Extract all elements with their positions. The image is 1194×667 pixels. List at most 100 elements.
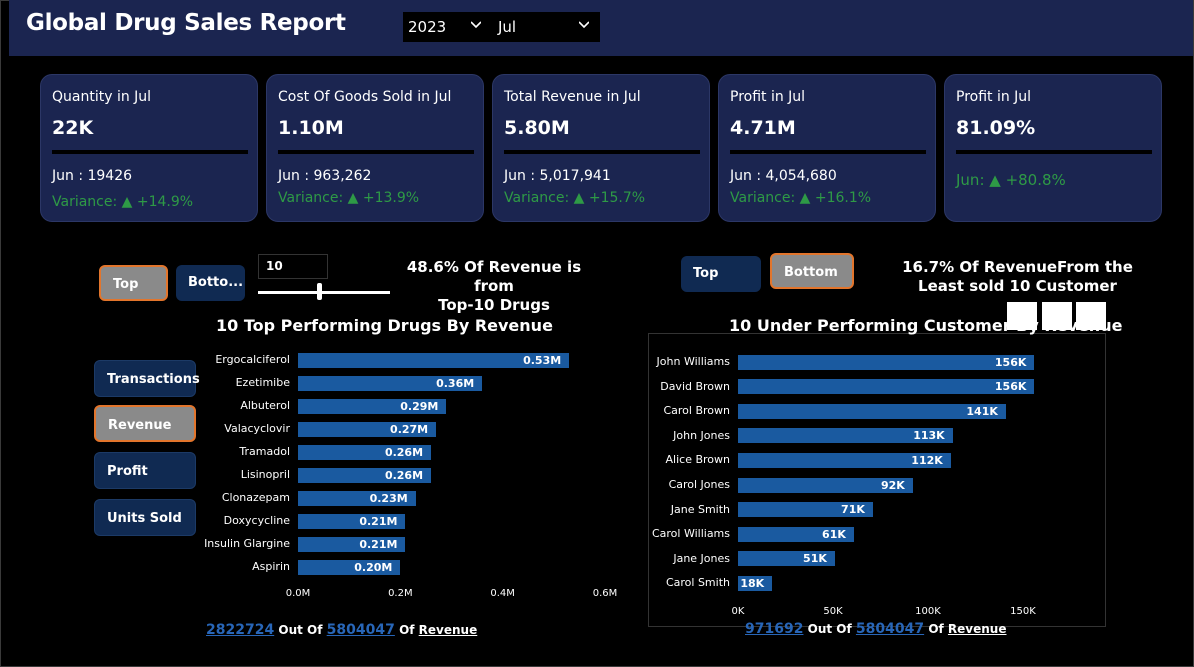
x-tick-label: 0.0M — [285, 588, 311, 599]
toggle-bottom-customers[interactable]: Bottom — [770, 253, 854, 289]
data-bar[interactable]: 61K — [738, 526, 854, 542]
kpi-previous: Jun : 5,017,941 — [504, 168, 611, 184]
bar-data-label: 0.29M — [400, 399, 439, 413]
bar-data-label: 61K — [822, 527, 846, 541]
kpi-label: Profit in Jul — [956, 89, 1032, 105]
category-label: Carol Williams — [651, 527, 730, 541]
bar-data-label: 71K — [841, 503, 865, 517]
category-label: David Brown — [660, 379, 730, 393]
data-bar[interactable]: 0.21M — [298, 513, 406, 529]
data-bar[interactable]: 156K — [738, 379, 1035, 395]
data-bar[interactable]: 156K — [738, 354, 1035, 370]
category-label: Clonazepam — [221, 491, 290, 504]
drugs-footer: 2822724 Out Of 5804047 Of Revenue — [206, 622, 477, 638]
chevron-down-icon — [579, 21, 589, 29]
bar-data-label: 0.23M — [369, 491, 408, 505]
toggle-top-customers[interactable]: Top — [681, 256, 761, 292]
footer-metric: Revenue — [418, 623, 478, 637]
kpi-divider — [504, 150, 700, 154]
customers-footer: 971692 Out Of 5804047 Of Revenue — [745, 621, 1007, 637]
kpi-label: Cost Of Goods Sold in Jul — [278, 89, 452, 105]
category-label: John Jones — [673, 428, 730, 442]
callout-line: Top-10 Drugs — [438, 296, 550, 314]
header-bar: Global Drug Sales Report — [9, 0, 1193, 56]
data-bar[interactable]: 92K — [738, 477, 913, 493]
blank-overlay-box — [1007, 302, 1037, 330]
data-bar[interactable]: 0.36M — [298, 375, 483, 391]
report-title: Global Drug Sales Report — [26, 10, 346, 36]
bar-data-label: 0.26M — [384, 468, 424, 482]
kpi-card-cogs: Cost Of Goods Sold in Jul 1.10M Jun : 96… — [266, 74, 484, 222]
drug-revenue-callout: 48.6% Of Revenue is from Top-10 Drugs — [388, 258, 600, 315]
bar-data-label: 113K — [913, 429, 945, 443]
kpi-divider — [278, 150, 474, 154]
data-bar[interactable]: 0.26M — [298, 467, 432, 483]
category-label: Insulin Glargine — [204, 537, 290, 550]
top-n-input[interactable]: 10 — [258, 254, 328, 279]
toggle-top-drugs[interactable]: Top — [99, 265, 168, 301]
chevron-down-icon — [471, 21, 481, 29]
month-value: Jul — [498, 18, 517, 36]
data-bar[interactable]: 0.23M — [298, 490, 416, 506]
kpi-variance: Variance: ▲ +15.7% — [504, 190, 646, 206]
kpi-value: 81.09% — [956, 117, 1036, 139]
bar-data-label: 51K — [803, 552, 827, 566]
kpi-label: Total Revenue in Jul — [504, 89, 641, 105]
category-label: Jane Jones — [673, 551, 730, 565]
x-tick-label: 0.2M — [388, 588, 413, 599]
category-label: Doxycycline — [223, 514, 290, 527]
category-label: Ergocalciferol — [215, 353, 290, 366]
footer-of: Of — [928, 622, 944, 636]
callout-line: 16.7% Of RevenueFrom the — [902, 258, 1133, 276]
bar-data-label: 0.27M — [390, 422, 429, 436]
year-dropdown[interactable]: 2023 — [403, 12, 493, 42]
category-label: Carol Brown — [663, 404, 730, 418]
month-dropdown[interactable]: Jul — [493, 12, 600, 42]
data-bar[interactable]: 51K — [738, 551, 835, 567]
blank-overlay-box — [1076, 302, 1106, 330]
data-bar[interactable]: 71K — [738, 502, 873, 518]
data-bar[interactable]: 0.26M — [298, 444, 432, 460]
bar-data-label: 112K — [911, 453, 943, 467]
bar-data-label: 0.21M — [359, 537, 398, 551]
kpi-label: Profit in Jul — [730, 89, 806, 105]
data-bar[interactable]: 0.21M — [298, 536, 406, 552]
kpi-value: 4.71M — [730, 117, 796, 139]
data-bar[interactable]: 0.29M — [298, 398, 447, 414]
footer-outof: Out Of — [807, 622, 852, 636]
top-n-slider-handle[interactable] — [317, 283, 322, 300]
footer-value-link[interactable]: 2822724 — [206, 622, 274, 638]
category-label: Jane Smith — [670, 502, 730, 516]
bar-data-label: 0.53M — [523, 353, 562, 367]
footer-of: Of — [399, 623, 415, 637]
category-label: Aspirin — [252, 560, 290, 573]
category-label: Carol Smith — [665, 576, 730, 590]
x-tick-label: 0K — [731, 606, 745, 617]
kpi-variance: Variance: ▲ +16.1% — [730, 190, 872, 206]
x-tick-label: 150K — [1010, 606, 1036, 617]
data-bar[interactable]: 0.53M — [298, 352, 570, 368]
data-bar[interactable]: 112K — [738, 452, 951, 468]
kpi-previous: Jun : 19426 — [52, 168, 133, 184]
data-bar[interactable]: 141K — [738, 403, 1006, 419]
toggle-bottom-drugs[interactable]: Botto... — [176, 265, 245, 301]
kpi-label: Quantity in Jul — [52, 89, 152, 105]
x-tick-label: 0.6M — [592, 588, 618, 599]
category-label: Carol Jones — [668, 478, 730, 491]
footer-total-link[interactable]: 5804047 — [327, 622, 395, 638]
top-n-slider-track[interactable] — [258, 291, 390, 294]
data-bar[interactable]: 113K — [738, 428, 953, 444]
data-bar[interactable]: 18K — [738, 575, 773, 591]
data-bar[interactable]: 0.20M — [298, 559, 401, 575]
bar-data-label: 0.36M — [436, 376, 475, 390]
data-bar[interactable]: 0.27M — [298, 421, 437, 437]
category-label: Albuterol — [240, 399, 290, 412]
kpi-card-profit: Profit in Jul 4.71M Jun : 4,054,680 Vari… — [718, 74, 936, 222]
category-label: Valacyclovir — [224, 422, 290, 435]
kpi-value: 22K — [52, 117, 94, 139]
footer-value-link[interactable]: 971692 — [745, 621, 803, 637]
bar-data-label: 0.20M — [354, 560, 393, 574]
customer-revenue-callout: 16.7% Of RevenueFrom the Least sold 10 C… — [900, 258, 1135, 296]
blank-overlay-box — [1042, 302, 1072, 330]
footer-total-link[interactable]: 5804047 — [856, 621, 924, 637]
